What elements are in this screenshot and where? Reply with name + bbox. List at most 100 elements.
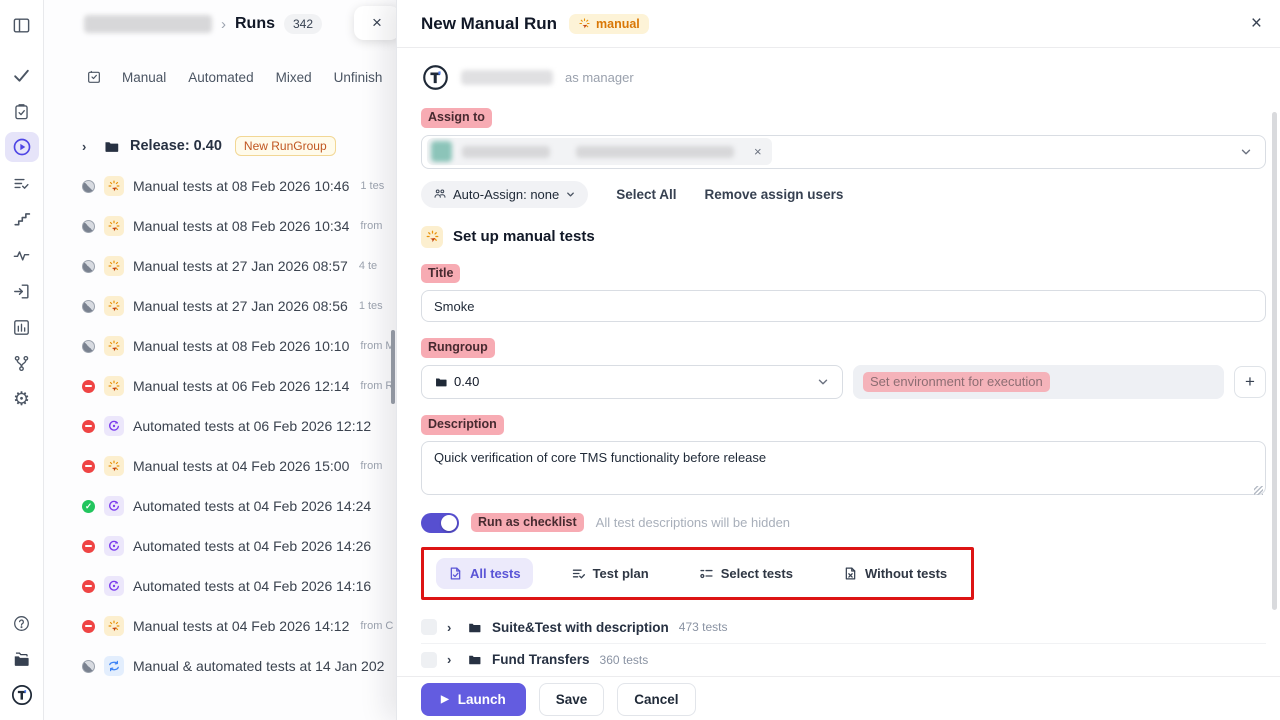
rungroup-select[interactable]: 0.40 xyxy=(421,365,843,399)
test-plans-list-icon[interactable] xyxy=(5,168,39,198)
remove-assign-users-button[interactable]: Remove assign users xyxy=(705,187,844,202)
chevron-right-icon[interactable]: › xyxy=(447,620,457,635)
close-icon[interactable]: × xyxy=(1251,13,1262,35)
suite-checkbox[interactable] xyxy=(421,652,437,668)
app-logo-icon[interactable] xyxy=(5,680,39,710)
tab-test-plan[interactable]: Test plan xyxy=(559,558,661,589)
users-icon xyxy=(433,187,447,201)
runs-play-icon[interactable] xyxy=(5,132,39,162)
panel-scrollbar[interactable] xyxy=(1272,112,1277,610)
run-title: Manual tests at 08 Feb 2026 10:10 xyxy=(133,338,349,354)
rungroup-row: 0.40 Set environment for execution + xyxy=(421,365,1266,399)
chevron-right-icon[interactable]: › xyxy=(447,652,457,667)
partial-status-icon xyxy=(82,220,95,233)
filter-automated[interactable]: Automated xyxy=(188,70,253,85)
import-signin-icon[interactable] xyxy=(5,276,39,306)
checklist-toggle-row: Run as checklist All test descriptions w… xyxy=(421,513,1266,533)
cancel-button[interactable]: Cancel xyxy=(617,683,695,716)
description-textarea[interactable]: Quick verification of core TMS functiona… xyxy=(421,441,1266,495)
project-name-redacted[interactable] xyxy=(84,15,212,33)
remove-user-icon[interactable]: × xyxy=(754,144,762,159)
settings-gear-icon[interactable]: ⚙ xyxy=(5,384,39,414)
filter-unfinish[interactable]: Unfinish xyxy=(334,70,383,85)
run-meta: from M xyxy=(360,340,394,352)
run-row[interactable]: Manual tests at 04 Feb 2026 15:00from xyxy=(44,446,396,486)
manual-run-icon xyxy=(104,616,124,636)
run-row[interactable]: ✓Automated tests at 04 Feb 2026 14:24 xyxy=(44,486,396,526)
run-title: Automated tests at 04 Feb 2026 14:26 xyxy=(133,538,371,554)
run-row[interactable]: Manual & automated tests at 14 Jan 202 xyxy=(44,646,396,686)
run-row[interactable]: Automated tests at 06 Feb 2026 12:12 xyxy=(44,406,396,446)
blocked-status-icon xyxy=(82,540,95,553)
run-row[interactable]: Automated tests at 04 Feb 2026 14:26 xyxy=(44,526,396,566)
sidebar-bottom-icons xyxy=(5,608,39,710)
chevron-down-icon xyxy=(1239,145,1253,159)
manual-run-icon xyxy=(104,376,124,396)
sidebar-toggle-icon[interactable] xyxy=(5,10,39,40)
setup-heading-row: Set up manual tests xyxy=(421,226,1266,248)
title-input[interactable] xyxy=(421,290,1266,322)
assign-users-select[interactable]: × xyxy=(421,135,1266,169)
add-environment-button[interactable]: + xyxy=(1234,366,1266,398)
new-rungroup-badge: New RunGroup xyxy=(235,136,336,156)
assign-to-label: Assign to xyxy=(421,108,492,128)
tab-select-tests[interactable]: Select tests xyxy=(687,558,805,589)
analytics-chart-icon[interactable] xyxy=(5,312,39,342)
breadcrumb-separator: › xyxy=(221,16,226,33)
partial-status-icon xyxy=(82,300,95,313)
projects-folder-icon[interactable] xyxy=(5,644,39,674)
runs-close-icon[interactable]: × xyxy=(372,13,382,33)
run-row[interactable]: Manual tests at 08 Feb 2026 10:34from xyxy=(44,206,396,246)
chevron-right-icon[interactable]: › xyxy=(82,139,92,154)
runs-page-title: Runs xyxy=(235,15,275,33)
help-icon[interactable] xyxy=(5,608,39,638)
suite-row[interactable]: ›Fund Transfers360 tests xyxy=(421,644,1266,676)
tasks-check-icon[interactable] xyxy=(5,60,39,90)
run-row[interactable]: Manual tests at 08 Feb 2026 10:461 tes xyxy=(44,166,396,206)
environment-input[interactable]: Set environment for execution xyxy=(853,365,1224,399)
app-root: ⚙ › Runs 342 × xyxy=(0,0,1280,720)
mixed-run-icon xyxy=(104,656,124,676)
manual-run-icon xyxy=(104,296,124,316)
manual-run-icon xyxy=(104,456,124,476)
run-row[interactable]: Manual tests at 08 Feb 2026 10:10 from M xyxy=(44,326,396,366)
run-title: Manual & automated tests at 14 Jan 202 xyxy=(133,658,384,674)
tab-without-tests[interactable]: Without tests xyxy=(831,558,959,589)
description-wrap: Quick verification of core TMS functiona… xyxy=(421,441,1266,500)
suite-checkbox[interactable] xyxy=(421,619,437,635)
tab-all-tests[interactable]: All tests xyxy=(436,558,533,589)
automated-run-icon xyxy=(104,496,124,516)
suite-row[interactable]: ›Suite&Test with description473 tests xyxy=(421,612,1266,644)
rungroup-row[interactable]: › Release: 0.40 New RunGroup xyxy=(44,126,396,166)
run-row[interactable]: Manual tests at 06 Feb 2026 12:14from R xyxy=(44,366,396,406)
test-cases-clipboard-icon[interactable] xyxy=(5,96,39,126)
checklist-hint: All test descriptions will be hidden xyxy=(596,515,790,530)
runs-scrollbar[interactable] xyxy=(391,330,395,404)
branches-git-icon[interactable] xyxy=(5,348,39,378)
save-button[interactable]: Save xyxy=(539,683,605,716)
assigned-user-chip: × xyxy=(427,138,772,165)
multi-select-icon[interactable] xyxy=(86,69,102,85)
launch-button[interactable]: ▶ Launch xyxy=(421,683,526,716)
run-row[interactable]: Manual tests at 04 Feb 2026 14:12from C xyxy=(44,606,396,646)
panel-header: New Manual Run manual × xyxy=(397,0,1280,48)
auto-assign-button[interactable]: Auto-Assign: none xyxy=(421,181,588,208)
panel-body: as manager Assign to × Auto-Assign: none xyxy=(397,48,1280,676)
run-title: Automated tests at 04 Feb 2026 14:24 xyxy=(133,498,371,514)
filter-manual[interactable]: Manual xyxy=(122,70,166,85)
owner-role-label: as manager xyxy=(565,70,634,85)
run-title: Automated tests at 06 Feb 2026 12:12 xyxy=(133,418,371,434)
rungroup-label: Release: 0.40 xyxy=(130,138,222,154)
resize-handle-icon[interactable] xyxy=(1254,486,1263,495)
run-row[interactable]: Manual tests at 27 Jan 2026 08:561 tes xyxy=(44,286,396,326)
run-meta: from C xyxy=(360,620,393,632)
milestones-steps-icon[interactable] xyxy=(5,204,39,234)
run-as-checklist-toggle[interactable] xyxy=(421,513,459,533)
run-row[interactable]: Automated tests at 04 Feb 2026 14:16 xyxy=(44,566,396,606)
run-row[interactable]: Manual tests at 27 Jan 2026 08:574 te xyxy=(44,246,396,286)
runs-filter-row: Manual Automated Mixed Unfinish xyxy=(44,60,396,94)
pulse-activity-icon[interactable] xyxy=(5,240,39,270)
filter-mixed[interactable]: Mixed xyxy=(276,70,312,85)
run-meta: from R xyxy=(360,380,393,392)
select-all-button[interactable]: Select All xyxy=(616,187,676,202)
